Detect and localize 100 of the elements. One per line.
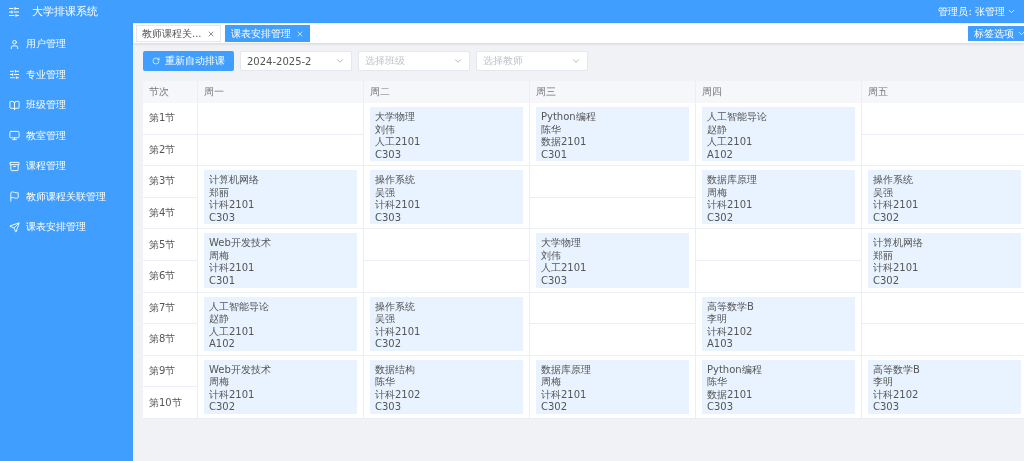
room-name: C303 (209, 211, 237, 225)
course-name: 高等数学B (707, 300, 755, 314)
teacher-name: 周梅 (707, 186, 728, 199)
app-title: 大学排课系统 (32, 4, 99, 19)
period-label: 第8节 (143, 324, 198, 356)
chevron-icon (335, 56, 345, 66)
period-label: 第9节 (143, 355, 198, 388)
room-name: C302 (873, 274, 901, 288)
period-label: 第3节 (143, 166, 198, 198)
chevron-icon (453, 56, 463, 66)
class-name: 计科2101 (209, 262, 256, 275)
course-name: 计算机网络 (209, 174, 260, 187)
period-label: 第2节 (143, 134, 198, 167)
class-name: 人工2101 (541, 262, 588, 275)
class-name: 人工2101 (375, 136, 422, 149)
sidebar-label: 教师课程关联管理 (26, 189, 106, 204)
room-name: C303 (873, 401, 901, 414)
period-label: 第10节 (143, 387, 198, 419)
room-name: C302 (209, 401, 237, 414)
teacher-name: 陈华 (707, 376, 728, 389)
course-block[interactable]: 高等数学B 李明 计科2102 A103 (702, 296, 855, 351)
class-name: 计科2101 (375, 325, 422, 339)
column-header: 周五 (862, 81, 1024, 103)
room-name: C303 (375, 148, 403, 161)
column-header: 周二 (364, 81, 530, 103)
teacher-name: 吴强 (873, 186, 894, 199)
tray-icon (9, 160, 20, 172)
period-label: 第5节 (143, 229, 198, 261)
room-name: C301 (209, 274, 237, 288)
sidebar-label: 教室管理 (26, 128, 66, 143)
course-block[interactable]: 数据库原理 周梅 计科2101 C302 (536, 359, 689, 414)
course-name: 数据库原理 (541, 363, 592, 377)
column-header: 节次 (143, 81, 198, 103)
class-name: 计科2101 (541, 388, 588, 402)
menu-icon[interactable] (8, 5, 20, 18)
term-select[interactable]: 2024-2025-2 (240, 51, 352, 71)
class-name: 计科2101 (707, 199, 754, 212)
class-name: 计科2102 (707, 325, 754, 339)
close-icon[interactable] (295, 29, 304, 38)
room-name: C301 (541, 148, 569, 161)
teacher-name: 吴强 (375, 186, 396, 199)
teacher-name: 陈华 (541, 123, 562, 136)
course-block[interactable]: Python编程 陈华 数据2101 C301 (536, 107, 689, 162)
course-block[interactable]: 操作系统 吴强 计科2101 C302 (868, 170, 1021, 225)
book-icon (9, 99, 20, 111)
course-block[interactable]: 数据结构 陈华 计科2102 C303 (370, 359, 523, 414)
course-name: 操作系统 (375, 174, 416, 187)
room-name: C303 (707, 401, 735, 414)
course-block[interactable]: 操作系统 吴强 计科2101 C302 (370, 296, 523, 351)
sidebar-label: 课程管理 (26, 159, 66, 174)
sidebar-label: 课表安排管理 (26, 220, 86, 235)
chevron-icon (571, 56, 581, 66)
room-name: C302 (541, 401, 569, 414)
course-block[interactable]: 计算机网络 郑丽 计科2101 C303 (204, 170, 357, 225)
room-name: C302 (375, 338, 403, 351)
teacher-name: 赵静 (209, 313, 230, 326)
class-name: 计科2102 (375, 388, 422, 402)
course-name: 人工智能导论 (707, 111, 768, 124)
period-label: 第4节 (143, 197, 198, 230)
course-block[interactable]: 数据库原理 周梅 计科2101 C302 (702, 170, 855, 225)
room-name: C303 (375, 401, 403, 414)
class-name: 计科2101 (873, 262, 920, 275)
flag-icon (9, 191, 20, 203)
close-icon[interactable] (206, 29, 215, 38)
course-name: Web开发技术 (209, 237, 272, 250)
sliders-icon (9, 69, 20, 81)
refresh-icon (152, 57, 160, 65)
class-name: 计科2101 (209, 199, 256, 212)
room-name: C302 (707, 211, 735, 225)
tab[interactable]: 教师课程关... (136, 25, 221, 42)
course-block[interactable]: 操作系统 吴强 计科2101 C303 (370, 170, 523, 225)
teacher-name: 李明 (707, 313, 728, 326)
class-name: 人工2101 (707, 136, 754, 149)
course-name: Python编程 (707, 363, 763, 377)
column-header: 周一 (198, 81, 364, 103)
course-name: 大学物理 (541, 237, 582, 250)
course-block[interactable]: Web开发技术 周梅 计科2101 C301 (204, 233, 357, 288)
course-name: Web开发技术 (209, 363, 272, 377)
course-name: 人工智能导论 (209, 300, 270, 314)
caret-icon (1007, 7, 1016, 16)
class-name: 数据2101 (541, 136, 588, 149)
course-name: 高等数学B (873, 363, 921, 377)
sidebar-label: 班级管理 (26, 98, 66, 113)
course-block[interactable]: 大学物理 刘伟 人工2101 C303 (370, 107, 523, 162)
course-name: Python编程 (541, 111, 597, 124)
course-block[interactable]: 计算机网络 郑丽 计科2101 C302 (868, 233, 1021, 288)
course-block[interactable]: 人工智能导论 赵静 人工2101 A102 (204, 296, 357, 351)
room-name: C302 (873, 211, 901, 225)
period-label: 第7节 (143, 292, 198, 325)
course-block[interactable]: Python编程 陈华 数据2101 C303 (702, 359, 855, 414)
course-block[interactable]: Web开发技术 周梅 计科2101 C302 (204, 359, 357, 414)
teacher-name: 刘伟 (541, 249, 562, 263)
course-block[interactable]: 大学物理 刘伟 人工2101 C303 (536, 233, 689, 288)
teacher-name: 周梅 (209, 249, 230, 262)
course-block[interactable]: 人工智能导论 赵静 人工2101 A102 (702, 107, 855, 162)
course-block[interactable]: 高等数学B 李明 计科2102 C303 (868, 359, 1021, 414)
teacher-name: 周梅 (541, 376, 562, 389)
teacher-name: 陈华 (375, 376, 396, 389)
room-name: A103 (707, 338, 734, 351)
course-name: 操作系统 (375, 300, 416, 314)
